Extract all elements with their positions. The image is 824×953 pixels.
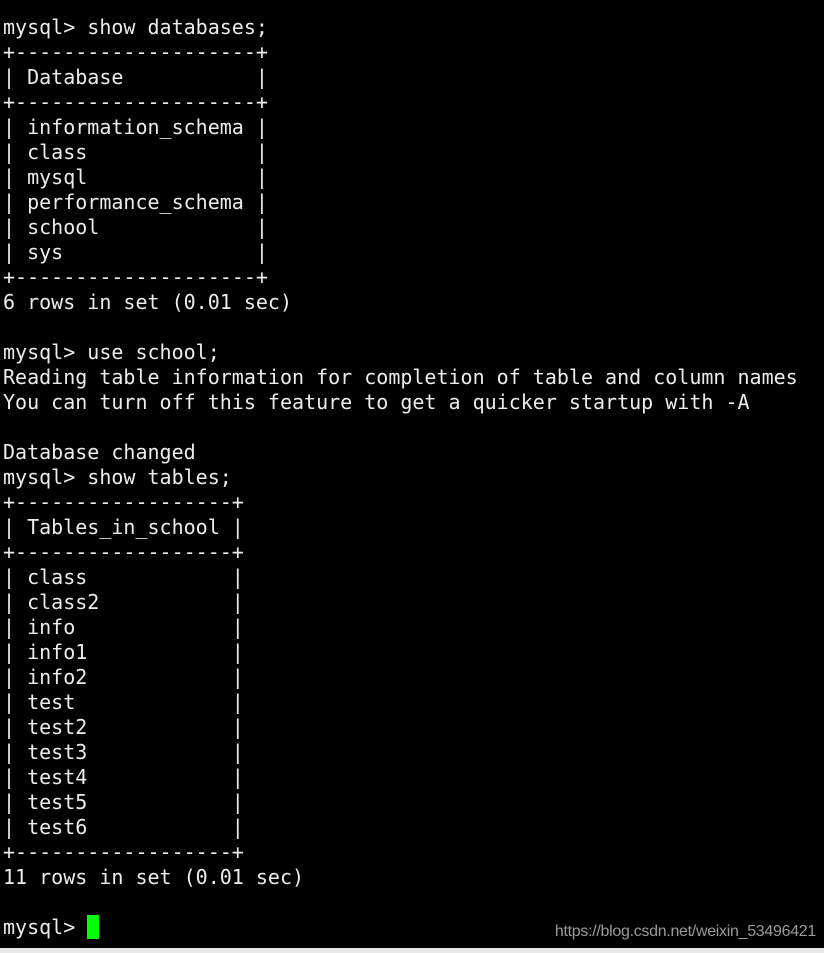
terminal-line: +------------------+ — [3, 490, 244, 514]
terminal-line: | test3 | — [3, 740, 244, 764]
terminal-line: mysql> show tables; — [3, 465, 232, 489]
terminal-line: | test6 | — [3, 815, 244, 839]
window-bottom-border — [0, 948, 824, 953]
terminal-output[interactable]: mysql> show databases; +-----------------… — [3, 15, 798, 940]
terminal-line: +--------------------+ — [3, 265, 268, 289]
terminal-line: | school | — [3, 215, 268, 239]
terminal-line: | Database | — [3, 65, 268, 89]
terminal-line: 6 rows in set (0.01 sec) — [3, 290, 292, 314]
prompt: mysql> — [3, 915, 88, 939]
terminal-line: | test4 | — [3, 765, 244, 789]
cursor — [87, 915, 100, 939]
terminal-line: 11 rows in set (0.01 sec) — [3, 865, 305, 889]
terminal-line: +------------------+ — [3, 840, 244, 864]
terminal-line: | test5 | — [3, 790, 244, 814]
terminal-line: | class | — [3, 140, 268, 164]
terminal-line: +------------------+ — [3, 540, 244, 564]
terminal-line: Database changed — [3, 440, 196, 464]
terminal-line: | test2 | — [3, 715, 244, 739]
terminal-line: | Tables_in_school | — [3, 515, 244, 539]
terminal-line: +--------------------+ — [3, 90, 268, 114]
terminal-line: mysql> use school; — [3, 340, 220, 364]
terminal-line: Reading table information for completion… — [3, 365, 798, 389]
terminal-line: | sys | — [3, 240, 268, 264]
terminal-line: You can turn off this feature to get a q… — [3, 390, 750, 414]
terminal-line: | info2 | — [3, 665, 244, 689]
terminal-line: | test | — [3, 690, 244, 714]
terminal-line: | performance_schema | — [3, 190, 268, 214]
terminal-line: | class | — [3, 565, 244, 589]
terminal-line: | class2 | — [3, 590, 244, 614]
terminal-line: | information_schema | — [3, 115, 268, 139]
terminal-line: | info1 | — [3, 640, 244, 664]
terminal-line: +--------------------+ — [3, 40, 268, 64]
watermark: https://blog.csdn.net/weixin_53496421 — [554, 923, 816, 940]
terminal-line: | info | — [3, 615, 244, 639]
terminal-line: mysql> show databases; — [3, 15, 268, 39]
terminal-line: | mysql | — [3, 165, 268, 189]
